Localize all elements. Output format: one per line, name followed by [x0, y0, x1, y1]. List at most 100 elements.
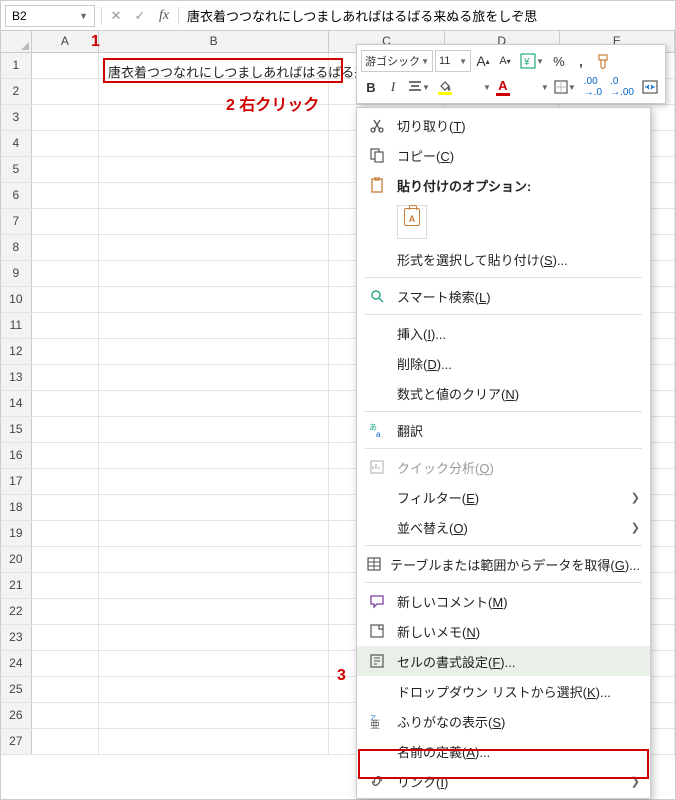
cell[interactable] [32, 651, 99, 676]
col-header-b[interactable]: B [99, 31, 329, 52]
cell[interactable] [32, 105, 99, 130]
format-painter-button[interactable] [593, 50, 615, 72]
cell[interactable] [99, 339, 329, 364]
cancel-formula-button[interactable]: ✕ [104, 4, 128, 28]
cell[interactable] [99, 651, 329, 676]
cell[interactable] [99, 365, 329, 390]
font-color-button[interactable]: A [493, 76, 513, 98]
cell[interactable] [99, 79, 329, 104]
cell[interactable] [32, 729, 99, 754]
row-header[interactable]: 24 [1, 651, 32, 676]
cell[interactable] [99, 157, 329, 182]
cell[interactable] [99, 495, 329, 520]
cell[interactable] [99, 183, 329, 208]
accept-formula-button[interactable]: ✓ [128, 4, 152, 28]
row-header[interactable]: 9 [1, 261, 32, 286]
font-name-select[interactable]: 游ゴシック ▼ [361, 50, 433, 72]
cell[interactable] [99, 625, 329, 650]
cell[interactable] [32, 209, 99, 234]
cell[interactable] [32, 521, 99, 546]
menu-cut[interactable]: 切り取り(T) [357, 110, 650, 140]
col-header-a[interactable]: A [32, 31, 99, 52]
cell[interactable] [99, 443, 329, 468]
row-header[interactable]: 17 [1, 469, 32, 494]
row-header[interactable]: 25 [1, 677, 32, 702]
cell[interactable] [99, 391, 329, 416]
bold-button[interactable]: B [361, 76, 381, 98]
cell[interactable] [32, 469, 99, 494]
menu-format-cells[interactable]: セルの書式設定(F)... [357, 646, 650, 676]
cell[interactable] [32, 53, 99, 78]
menu-new-note[interactable]: 新しいメモ(N) [357, 616, 650, 646]
fill-color-button[interactable] [435, 76, 455, 98]
menu-sort[interactable]: 並べ替え(O) ❯ [357, 512, 650, 542]
align-center-button[interactable]: ▼ [405, 76, 433, 98]
cell[interactable] [32, 391, 99, 416]
increase-font-button[interactable]: A▴ [473, 50, 493, 72]
menu-get-data[interactable]: テーブルまたは範囲からデータを取得(G)... [357, 549, 650, 579]
decrease-font-button[interactable]: A▾ [495, 50, 515, 72]
cell[interactable] [32, 547, 99, 572]
menu-define-name[interactable]: 名前の定義(A)... [357, 736, 650, 766]
select-all-corner[interactable] [1, 31, 32, 52]
cell[interactable] [32, 313, 99, 338]
cell[interactable] [32, 339, 99, 364]
row-header[interactable]: 18 [1, 495, 32, 520]
menu-show-furigana[interactable]: ア亜 ふりがなの表示(S) [357, 706, 650, 736]
cell[interactable] [32, 365, 99, 390]
cell[interactable] [99, 469, 329, 494]
menu-copy[interactable]: コピー(C) [357, 140, 650, 170]
row-header[interactable]: 21 [1, 573, 32, 598]
row-header[interactable]: 10 [1, 287, 32, 312]
cell[interactable] [99, 235, 329, 260]
menu-filter[interactable]: フィルター(E) ❯ [357, 482, 650, 512]
row-header[interactable]: 20 [1, 547, 32, 572]
row-header[interactable]: 22 [1, 599, 32, 624]
cell[interactable] [32, 79, 99, 104]
row-header[interactable]: 2 [1, 79, 32, 104]
cell[interactable] [32, 417, 99, 442]
menu-clear[interactable]: 数式と値のクリア(N) [357, 378, 650, 408]
row-header[interactable]: 23 [1, 625, 32, 650]
cell[interactable] [99, 131, 329, 156]
name-box[interactable]: B2 ▼ [5, 5, 95, 27]
decrease-decimal-button[interactable]: .0→.00 [607, 76, 637, 98]
menu-delete[interactable]: 削除(D)... [357, 348, 650, 378]
increase-decimal-button[interactable]: .00→.0 [581, 76, 605, 98]
cell[interactable] [99, 209, 329, 234]
percent-button[interactable]: % [549, 50, 569, 72]
cell[interactable] [99, 677, 329, 702]
cell[interactable] [32, 183, 99, 208]
menu-link[interactable]: リンク(I) ❯ [357, 766, 650, 796]
cell[interactable] [99, 261, 329, 286]
row-header[interactable]: 8 [1, 235, 32, 260]
menu-insert[interactable]: 挿入(I)... [357, 318, 650, 348]
cell[interactable] [32, 625, 99, 650]
row-header[interactable]: 26 [1, 703, 32, 728]
cell[interactable] [99, 547, 329, 572]
font-size-select[interactable]: 11 ▼ [435, 50, 471, 72]
cell[interactable] [99, 313, 329, 338]
cell[interactable] [32, 131, 99, 156]
row-header[interactable]: 16 [1, 443, 32, 468]
chevron-down-icon[interactable]: ▼ [79, 11, 88, 21]
paste-option-values[interactable]: A [397, 205, 427, 239]
cell[interactable] [32, 495, 99, 520]
fx-icon[interactable]: fx [152, 4, 176, 28]
cell[interactable] [32, 573, 99, 598]
merge-button[interactable] [639, 76, 661, 98]
cell[interactable] [99, 729, 329, 754]
menu-smart-lookup[interactable]: スマート検索(L) [357, 281, 650, 311]
row-header[interactable]: 7 [1, 209, 32, 234]
cell[interactable] [99, 599, 329, 624]
formula-input[interactable]: 唐衣着つつなれにしつましあればはるばる来ぬる旅をしぞ思 [181, 4, 675, 27]
cell[interactable] [32, 599, 99, 624]
menu-new-comment[interactable]: 新しいコメント(M) [357, 586, 650, 616]
row-header[interactable]: 14 [1, 391, 32, 416]
cell[interactable] [32, 261, 99, 286]
comma-style-button[interactable]: , [571, 50, 591, 72]
cell[interactable] [99, 53, 329, 78]
cell[interactable] [32, 703, 99, 728]
row-header[interactable]: 13 [1, 365, 32, 390]
cell[interactable] [99, 105, 329, 130]
